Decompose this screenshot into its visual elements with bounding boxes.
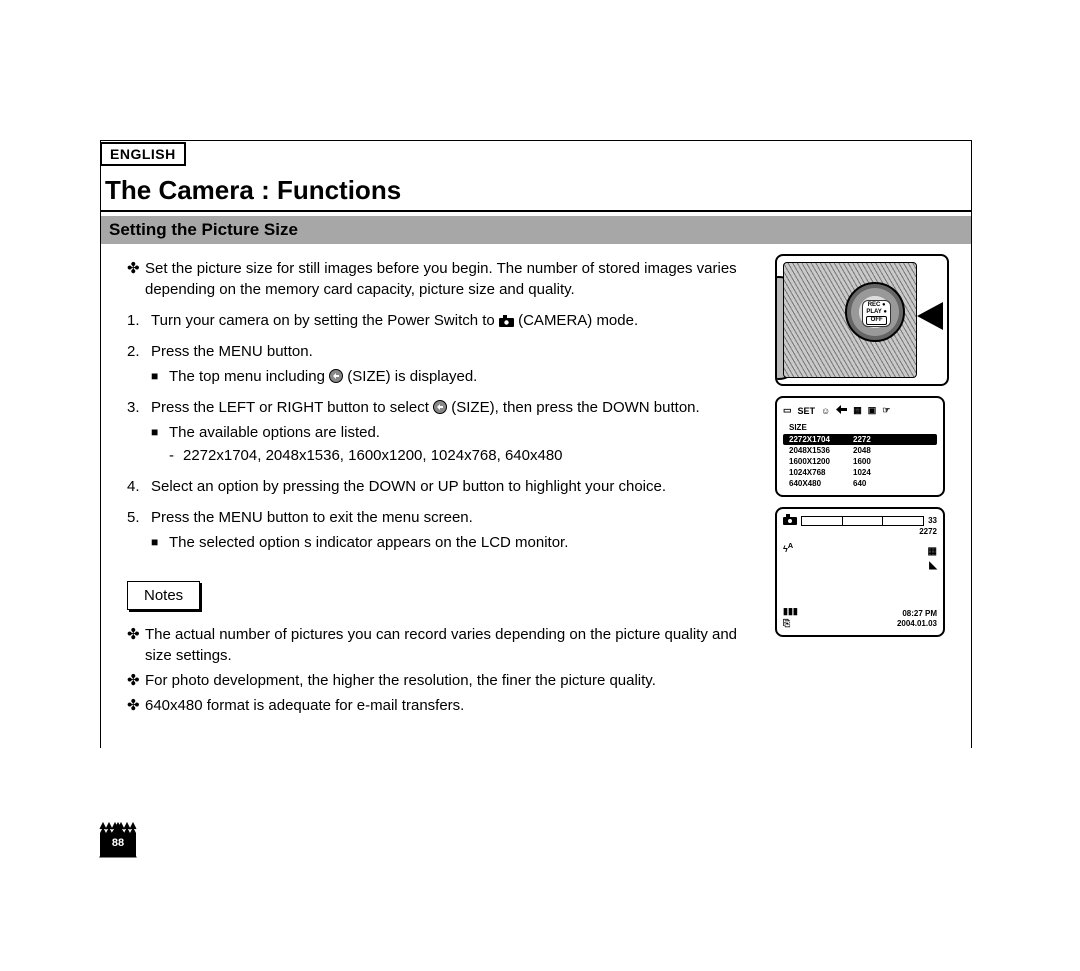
menu-row: 1024X7681024 xyxy=(783,467,937,478)
menu-row-res: 1600X1200 xyxy=(789,457,853,466)
mode-dial-labels: REC ● PLAY ● OFF xyxy=(862,300,891,327)
status-time: 08:27 PM xyxy=(897,609,937,619)
dial-off: OFF xyxy=(866,316,887,325)
note-2: ✤ For photo development, the higher the … xyxy=(127,670,765,691)
step-3-post: (SIZE), then press the DOWN button. xyxy=(451,399,699,416)
page-title: The Camera : Functions xyxy=(101,145,971,212)
step-5-text: Press the MENU button to exit the menu s… xyxy=(151,507,473,528)
note-2-text: For photo development, the higher the re… xyxy=(145,670,656,691)
size-icon xyxy=(329,369,343,383)
camera-icon xyxy=(499,315,514,327)
step-3-sub-text: The available options are listed. xyxy=(169,422,380,443)
more-icon: ☞ xyxy=(882,405,890,416)
menu-row-short: 2272 xyxy=(853,435,871,444)
camera-illustration: REC ● PLAY ● OFF xyxy=(775,254,949,386)
status-date: 2004.01.03 xyxy=(897,619,937,629)
card-icon: ⎘ xyxy=(783,617,798,629)
step-2-sub-post: (SIZE) is displayed. xyxy=(347,368,477,385)
dial-rec: REC ● xyxy=(866,302,887,309)
step-1-post: (CAMERA) mode. xyxy=(518,312,638,329)
step-3-pre: Press the LEFT or RIGHT button to select xyxy=(151,399,433,416)
pointer-arrow-icon xyxy=(917,302,943,330)
manual-page: ENGLISH The Camera : Functions Setting t… xyxy=(0,0,1080,971)
note-3: ✤ 640x480 format is adequate for e-mail … xyxy=(127,695,765,716)
menu-row-res: 2272X1704 xyxy=(789,435,853,444)
menu-row: 1600X12001600 xyxy=(783,456,937,467)
camera-mode-icon xyxy=(783,514,797,527)
menu-row: 640X480640 xyxy=(783,478,937,489)
flash-auto: A xyxy=(788,541,793,550)
step-2-sub-pre: The top menu including xyxy=(169,368,329,385)
dial-play: PLAY ● xyxy=(866,309,887,316)
menu-row-res: 1024X768 xyxy=(789,468,853,477)
step-2-sub: ■ The top menu including (SIZE) is displ… xyxy=(151,366,765,387)
folder-icon: ▭ xyxy=(783,405,792,416)
step-2-text: Press the MENU button. xyxy=(151,341,313,362)
status-screen: 33 2272 ϟA ▦ ◣ ▮▮▮ ⎘ xyxy=(775,507,945,637)
step-3-options: - 2272x1704, 2048x1536, 1600x1200, 1024x… xyxy=(169,445,765,466)
step-1: 1. Turn your camera on by setting the Po… xyxy=(127,310,765,331)
step-5-sub: ■ The selected option s indicator appear… xyxy=(151,532,765,553)
intro-bullet: ✤ Set the picture size for still images … xyxy=(127,258,765,300)
size-icon xyxy=(433,400,447,414)
step-4-text: Select an option by pressing the DOWN or… xyxy=(151,476,666,497)
shots-remaining: 33 xyxy=(928,516,937,525)
menu-title: SIZE xyxy=(789,423,937,432)
menu-row-short: 640 xyxy=(853,479,866,488)
menu-row: 2048X15362048 xyxy=(783,445,937,456)
current-size: 2272 xyxy=(919,527,937,537)
menu-row-short: 1024 xyxy=(853,468,871,477)
intro-text: Set the picture size for still images be… xyxy=(145,258,765,300)
battery-icon: ▮▮▮ xyxy=(783,605,798,617)
meter-icon: ▣ xyxy=(868,405,877,416)
step-5-sub-text: The selected option s indicator appears … xyxy=(169,532,568,553)
content-frame: The Camera : Functions Setting the Pictu… xyxy=(100,140,972,748)
step-5: 5. Press the MENU button to exit the men… xyxy=(127,507,765,528)
page-number: 88 xyxy=(100,837,136,849)
note-1: ✤ The actual number of pictures you can … xyxy=(127,624,765,666)
step-3: 3. Press the LEFT or RIGHT button to sel… xyxy=(127,397,765,418)
set-label: SET xyxy=(798,406,816,416)
step-4: 4. Select an option by pressing the DOWN… xyxy=(127,476,765,497)
notes-heading: Notes xyxy=(127,581,200,610)
zoom-bar xyxy=(801,516,924,526)
menu-row-res: 2048X1536 xyxy=(789,446,853,455)
sharpness-icon: ◣ xyxy=(928,559,937,573)
quality-indicator-icon: ▦ xyxy=(928,545,937,559)
step-1-pre: Turn your camera on by setting the Power… xyxy=(151,312,499,329)
menu-row-res: 640X480 xyxy=(789,479,853,488)
quality-icon: ▦ xyxy=(853,405,862,416)
size-menu-icon xyxy=(836,404,847,417)
page-number-badge: 88 xyxy=(100,823,136,857)
step-2: 2. Press the MENU button. xyxy=(127,341,765,362)
note-1-text: The actual number of pictures you can re… xyxy=(145,624,765,666)
menu-row-short: 1600 xyxy=(853,457,871,466)
section-heading: Setting the Picture Size xyxy=(101,216,971,244)
figure-column: REC ● PLAY ● OFF ▭ SET ☺ ▦ xyxy=(775,244,971,637)
menu-screen: ▭ SET ☺ ▦ ▣ ☞ SIZE 2272X170422722048X153… xyxy=(775,396,945,497)
text-column: ✤ Set the picture size for still images … xyxy=(101,244,775,720)
menu-icon-row: ▭ SET ☺ ▦ ▣ ☞ xyxy=(783,404,937,417)
note-3-text: 640x480 format is adequate for e-mail tr… xyxy=(145,695,464,716)
person-icon: ☺ xyxy=(821,406,830,416)
step-3-options-text: 2272x1704, 2048x1536, 1600x1200, 1024x76… xyxy=(183,445,563,466)
menu-row-short: 2048 xyxy=(853,446,871,455)
menu-row: 2272X17042272 xyxy=(783,434,937,445)
step-3-sub: ■ The available options are listed. xyxy=(151,422,765,443)
